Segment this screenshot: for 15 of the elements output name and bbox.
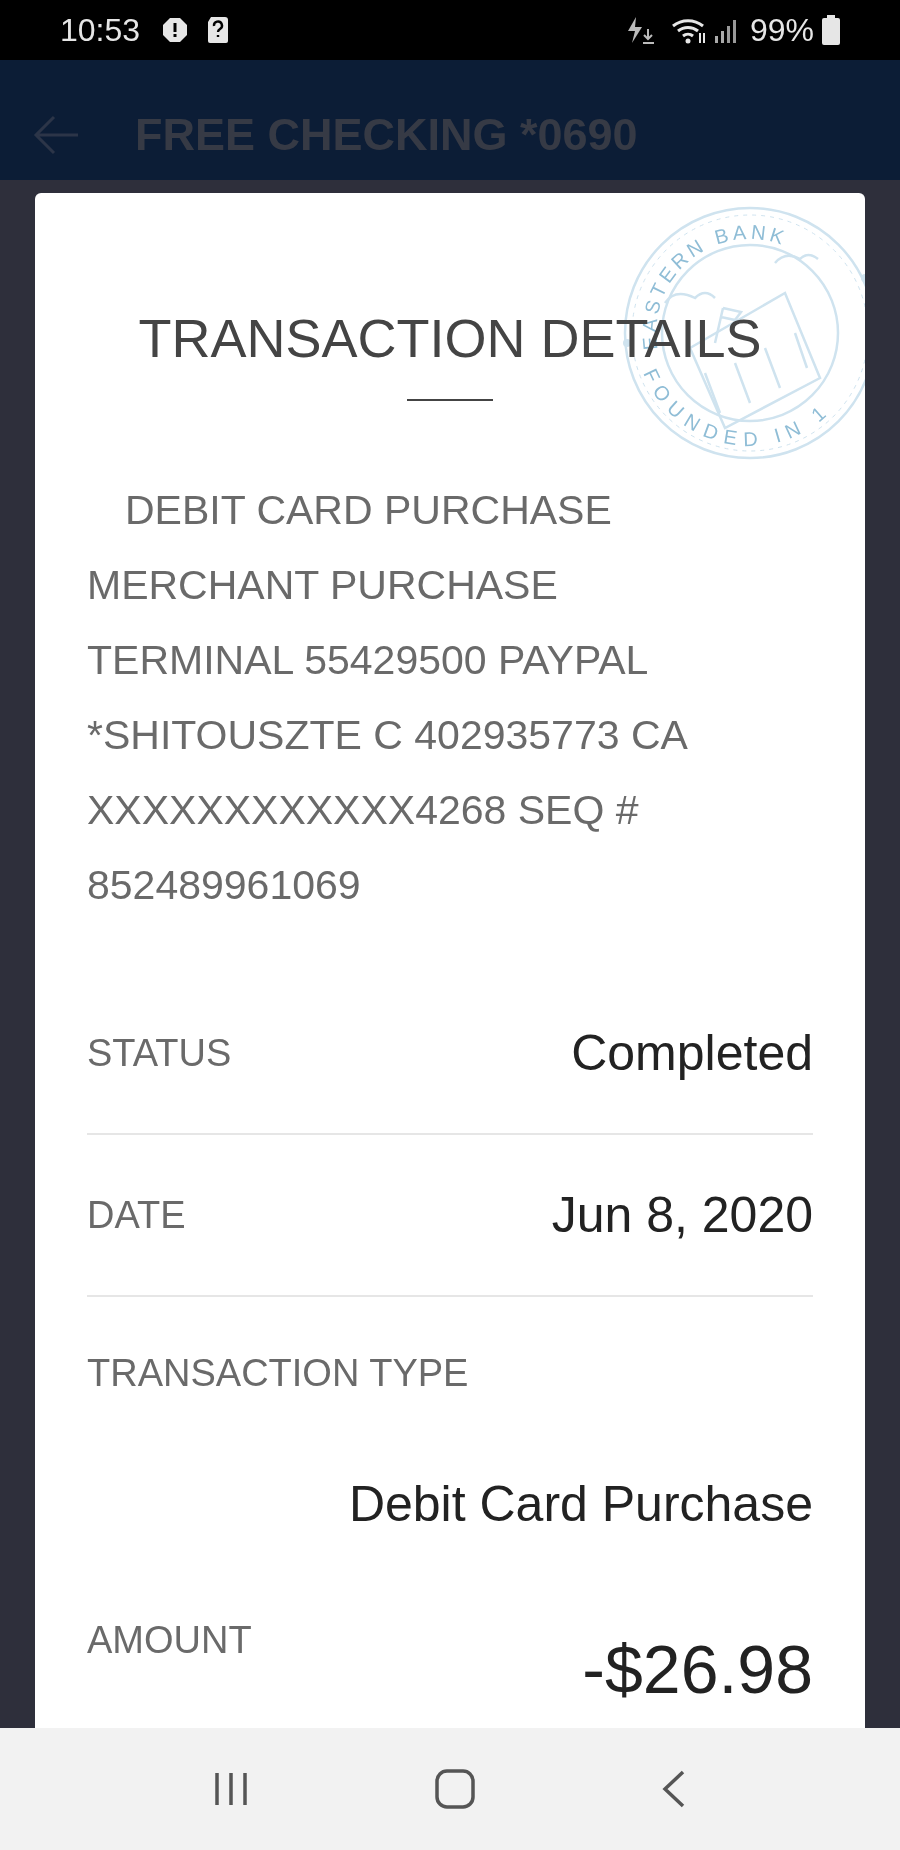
sim-card-icon (206, 16, 231, 44)
field-value: Debit Card Purchase (348, 1475, 813, 1534)
field-value: -$26.98 (582, 1630, 813, 1709)
battery-icon (822, 15, 840, 45)
field-value: Jun 8, 2020 (551, 1185, 813, 1245)
field-value: Completed (571, 1023, 813, 1083)
clock-time: 10:53 (60, 11, 141, 50)
alert-icon (162, 17, 189, 43)
home-icon[interactable] (434, 1768, 476, 1810)
transaction-description: DEBIT CARD PURCHASE MERCHANT PURCHASE TERMINAL 55429500 PAYPAL *SHITOUSZTE C 402935773 CA XXXXXXXXXXXX4268 SEQ # 852489961069 (87, 486, 689, 910)
field-label: DATE (87, 1192, 186, 1238)
field-label: AMOUNT (87, 1618, 252, 1663)
battery-percent: 99% (749, 11, 814, 50)
field-label: STATUS (87, 1030, 232, 1076)
field-label: TRANSACTION TYPE (87, 1351, 470, 1396)
